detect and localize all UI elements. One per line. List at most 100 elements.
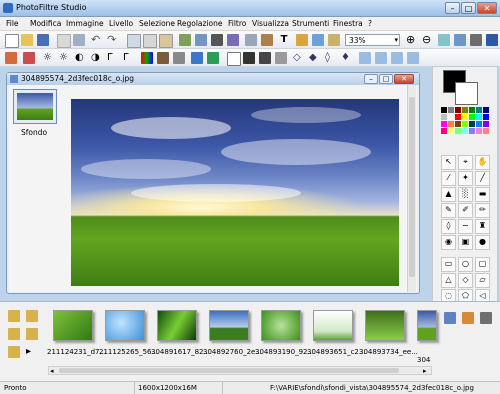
frame-icon[interactable] <box>227 34 239 46</box>
gradient-icon[interactable] <box>179 34 191 46</box>
doc-minimize-button[interactable]: – <box>364 74 378 84</box>
rotate-right-icon[interactable] <box>407 52 419 64</box>
auto-levels-icon[interactable] <box>5 52 17 64</box>
sepia-icon[interactable] <box>157 52 169 64</box>
canvas-icon[interactable] <box>211 34 223 46</box>
polygon-shape-icon[interactable]: ▱ <box>475 273 490 288</box>
select-tool-icon[interactable]: ↖ <box>441 155 456 170</box>
actual-size-icon[interactable] <box>438 34 450 46</box>
folder-up-icon[interactable] <box>8 310 20 322</box>
line-tool-icon[interactable]: ╱ <box>475 171 490 186</box>
frame-outline-icon[interactable] <box>227 52 241 66</box>
play-icon[interactable]: ▸ <box>26 346 38 358</box>
browser-icon[interactable] <box>296 34 308 46</box>
gamma-plus-icon[interactable]: Γ <box>123 52 135 64</box>
scroll-thumb[interactable] <box>59 368 399 373</box>
menu-regolazione[interactable]: Regolazione <box>177 19 223 28</box>
tube-icon[interactable]: ● <box>475 235 490 250</box>
thumbnail[interactable] <box>157 310 197 341</box>
view-list-icon[interactable] <box>444 312 456 324</box>
close-button[interactable]: ✕ <box>477 2 497 14</box>
thumbnail[interactable] <box>417 310 437 341</box>
scroll-left-icon[interactable]: ◂ <box>50 367 54 375</box>
zoom-select[interactable]: 33% ▾ <box>345 34 400 46</box>
menu-immagine[interactable]: Immagine <box>66 19 104 28</box>
ellipse-shape-icon[interactable]: ○ <box>458 257 473 272</box>
flip-horizontal-icon[interactable] <box>359 52 371 64</box>
contrast-plus-icon[interactable]: ◑ <box>91 52 103 64</box>
rectangle-shape-icon[interactable]: ▭ <box>441 257 456 272</box>
redo-icon[interactable]: ↷ <box>107 34 119 46</box>
maximize-button[interactable]: □ <box>461 2 476 14</box>
menu-selezione[interactable]: Selezione <box>139 19 175 28</box>
thumbnail[interactable] <box>53 310 93 341</box>
undo-icon[interactable]: ↶ <box>91 34 103 46</box>
background-color[interactable] <box>455 82 478 105</box>
pencil-icon[interactable]: ✏ <box>475 203 490 218</box>
copy-icon[interactable] <box>143 34 157 48</box>
contrast-minus-icon[interactable]: ◐ <box>75 52 87 64</box>
brightness-icon[interactable]: ☼ <box>43 52 55 64</box>
save-icon[interactable] <box>37 34 49 46</box>
noise-icon[interactable] <box>275 52 287 64</box>
menu-finestra[interactable]: Finestra <box>333 19 363 28</box>
sharpen-more-icon[interactable]: ♦ <box>341 52 353 64</box>
thumbnail[interactable] <box>313 310 353 341</box>
new-file-icon[interactable] <box>5 34 19 48</box>
blur-tool-icon[interactable]: ◊ <box>441 219 456 234</box>
thumbnail[interactable] <box>261 310 301 341</box>
vertical-scrollbar[interactable] <box>407 85 416 292</box>
fit-window-icon[interactable] <box>454 34 466 46</box>
image-size-icon[interactable] <box>195 34 207 46</box>
menu-livello[interactable]: Livello <box>109 19 133 28</box>
spray-icon[interactable]: ░ <box>458 187 473 202</box>
text-icon[interactable]: T <box>278 34 290 46</box>
menu-visualizza[interactable]: Visualizza <box>252 19 289 28</box>
blur-icon[interactable]: ◇ <box>293 52 305 64</box>
layer-thumbnail[interactable] <box>13 89 57 124</box>
folder-new-icon[interactable] <box>8 328 20 340</box>
fog-icon[interactable] <box>191 52 203 64</box>
deform-icon[interactable]: ◉ <box>441 235 456 250</box>
auto-contrast-icon[interactable] <box>23 52 35 64</box>
preview-icon[interactable] <box>486 34 498 46</box>
menu-filtro[interactable]: Filtro <box>228 19 246 28</box>
gamma-minus-icon[interactable]: Γ <box>107 52 119 64</box>
rounded-rect-shape-icon[interactable]: ▢ <box>475 257 490 272</box>
eyedropper-icon[interactable]: ⁄ <box>441 171 456 186</box>
tile-icon[interactable] <box>259 52 271 64</box>
folder-refresh-icon[interactable] <box>26 310 38 322</box>
smudge-icon[interactable]: ∼ <box>458 219 473 234</box>
horizontal-scrollbar[interactable]: ◂ ▸ <box>48 366 432 375</box>
scroll-thumb[interactable] <box>409 97 415 277</box>
brightness-plus-icon[interactable]: ☼ <box>59 52 71 64</box>
fullscreen-icon[interactable] <box>470 34 482 46</box>
triangle-shape-icon[interactable]: △ <box>441 273 456 288</box>
stamp-icon[interactable]: ▣ <box>458 235 473 250</box>
scroll-right-icon[interactable]: ▸ <box>423 367 427 375</box>
view-thumbnails-icon[interactable] <box>480 312 492 324</box>
sharpen-icon[interactable]: ◊ <box>325 52 337 64</box>
fill-tool-icon[interactable]: ▲ <box>441 187 456 202</box>
hand-tool-icon[interactable]: ✋ <box>475 155 490 170</box>
scan-icon[interactable] <box>73 34 85 46</box>
menu-modifica[interactable]: Modifica <box>30 19 61 28</box>
zoom-out-icon[interactable]: ⊖ <box>422 34 434 46</box>
eraser-icon[interactable]: ▬ <box>475 187 490 202</box>
layers-icon[interactable] <box>312 34 324 46</box>
view-details-icon[interactable] <box>462 312 474 324</box>
flip-vertical-icon[interactable] <box>375 52 387 64</box>
menu-help[interactable]: ? <box>368 19 372 28</box>
rotate-left-icon[interactable] <box>391 52 403 64</box>
color-swatches[interactable] <box>441 107 493 141</box>
clone-stamp-icon[interactable]: ♜ <box>475 219 490 234</box>
thumbnail[interactable] <box>209 310 249 341</box>
cut-icon[interactable] <box>127 34 141 48</box>
menu-strumenti[interactable]: Strumenti <box>292 19 329 28</box>
image-canvas[interactable] <box>71 99 399 286</box>
thumbnail[interactable] <box>105 310 145 341</box>
doc-maximize-button[interactable]: □ <box>379 74 393 84</box>
open-folder-icon[interactable] <box>21 34 33 46</box>
hue-icon[interactable] <box>141 52 153 64</box>
minimize-button[interactable]: – <box>445 2 460 14</box>
